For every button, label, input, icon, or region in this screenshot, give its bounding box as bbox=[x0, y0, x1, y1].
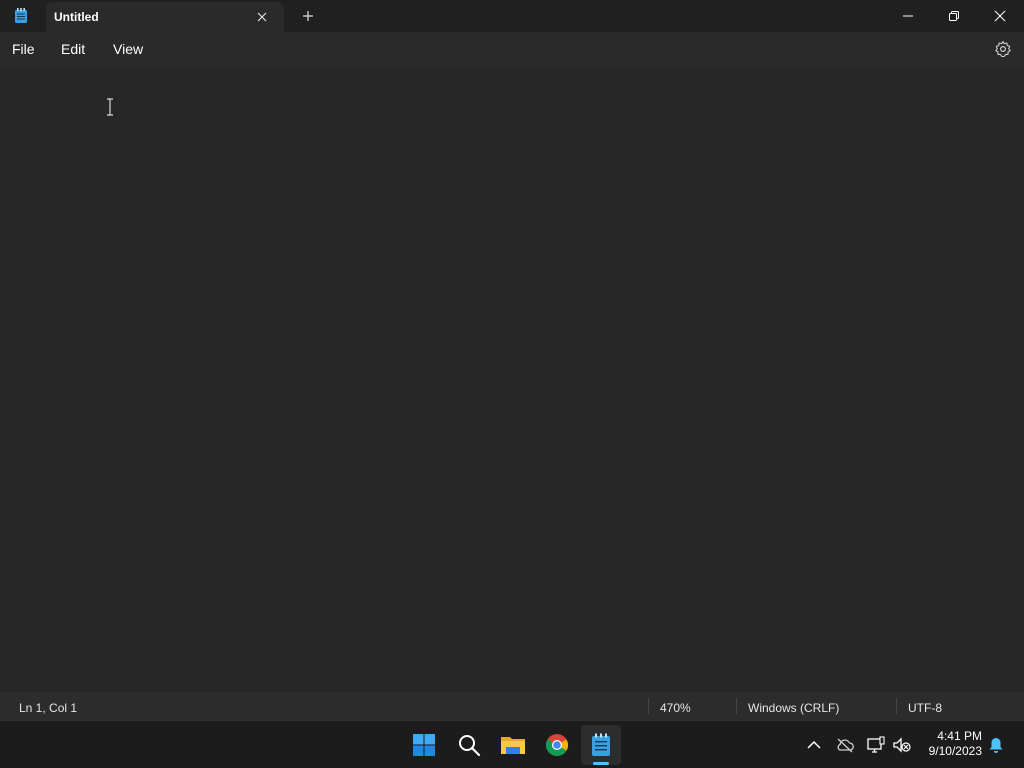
text-editor[interactable] bbox=[0, 66, 1024, 692]
close-tab-icon[interactable] bbox=[254, 9, 270, 25]
taskbar-search-button[interactable] bbox=[449, 725, 489, 765]
windows-start-icon bbox=[413, 734, 435, 756]
tab-title: Untitled bbox=[54, 10, 99, 24]
notepad-app-icon bbox=[15, 8, 27, 23]
active-app-indicator bbox=[593, 762, 609, 765]
network-icon[interactable] bbox=[866, 735, 886, 755]
new-tab-icon[interactable] bbox=[300, 8, 316, 24]
tab-untitled[interactable]: Untitled bbox=[46, 2, 284, 32]
settings-gear-icon[interactable] bbox=[994, 40, 1012, 58]
chrome-icon bbox=[546, 734, 568, 756]
divider bbox=[648, 698, 649, 714]
line-endings[interactable]: Windows (CRLF) bbox=[748, 701, 839, 715]
zoom-level[interactable]: 470% bbox=[660, 701, 691, 715]
restore-icon bbox=[949, 11, 959, 21]
file-explorer-icon bbox=[501, 737, 525, 754]
cursor-position: Ln 1, Col 1 bbox=[19, 701, 78, 715]
volume-muted-icon[interactable] bbox=[892, 735, 912, 755]
notification-bell-icon[interactable] bbox=[987, 736, 1005, 754]
title-bar: Untitled bbox=[0, 0, 1024, 32]
minimize-icon bbox=[903, 15, 913, 17]
menu-bar: File Edit View bbox=[0, 32, 1024, 66]
restore-button[interactable] bbox=[931, 0, 977, 32]
divider bbox=[736, 698, 737, 714]
onedrive-cloud-icon[interactable] bbox=[835, 735, 855, 755]
menu-edit[interactable]: Edit bbox=[61, 41, 85, 57]
taskbar: 4:41 PM 9/10/2023 bbox=[0, 720, 1024, 768]
text-cursor-icon bbox=[107, 98, 113, 116]
divider bbox=[896, 698, 897, 714]
notepad-taskbar-button[interactable] bbox=[581, 725, 621, 765]
chrome-button[interactable] bbox=[537, 725, 577, 765]
system-clock[interactable]: 4:41 PM 9/10/2023 bbox=[920, 729, 982, 759]
clock-date: 9/10/2023 bbox=[928, 744, 982, 758]
file-explorer-button[interactable] bbox=[493, 725, 533, 765]
menu-file[interactable]: File bbox=[12, 41, 35, 57]
close-window-button[interactable] bbox=[977, 0, 1023, 32]
clock-time: 4:41 PM bbox=[937, 729, 982, 743]
chevron-up-icon[interactable] bbox=[804, 735, 824, 755]
minimize-button[interactable] bbox=[885, 0, 931, 32]
status-bar: Ln 1, Col 1 470% Windows (CRLF) UTF-8 bbox=[0, 692, 1024, 720]
start-button[interactable] bbox=[404, 725, 444, 765]
encoding[interactable]: UTF-8 bbox=[908, 701, 942, 715]
search-icon bbox=[459, 735, 481, 757]
menu-view[interactable]: View bbox=[113, 41, 143, 57]
close-icon bbox=[994, 10, 1006, 22]
notepad-icon bbox=[592, 733, 610, 756]
